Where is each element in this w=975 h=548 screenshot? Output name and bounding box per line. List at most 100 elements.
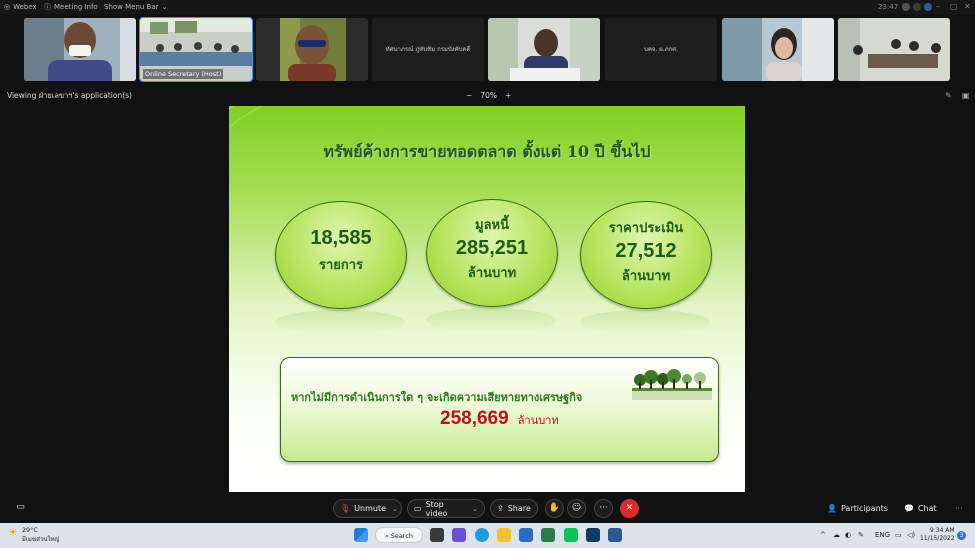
unmute-button[interactable]: 🎙 Unmute ⌄ — [333, 499, 402, 518]
participants-label: Participants — [840, 504, 888, 513]
annotate-icon[interactable]: ✎ — [945, 88, 952, 104]
stat-label: ราคาประเมิน — [608, 221, 684, 236]
volume-icon[interactable]: ◁) — [907, 523, 915, 548]
weather-widget[interactable]: ☀ 29°C มีเมฆส่วนใหญ่ — [8, 526, 59, 544]
cloud-icon[interactable]: ☁ — [833, 523, 840, 548]
show-menu-bar-button[interactable]: Show Menu Bar ⌄ — [104, 0, 167, 14]
clock-time: 9:34 AM — [929, 527, 955, 534]
word-icon[interactable] — [608, 528, 622, 542]
zoom-level: 70% — [480, 91, 497, 100]
participant-tile[interactable] — [838, 18, 950, 81]
zoom-out-button[interactable]: − — [466, 88, 472, 104]
participant-tile[interactable] — [722, 18, 834, 81]
meeting-info-button[interactable]: ⓘ Meeting Info — [44, 0, 98, 14]
stat-value: 285,251 — [455, 237, 529, 259]
clock-date: 11/15/2022 — [920, 535, 955, 542]
teams-chat-icon[interactable] — [452, 528, 466, 542]
participants-button[interactable]: 👤 Participants — [827, 499, 888, 518]
taskbar-clock[interactable]: 9:34 AM 11/15/2022 — [920, 527, 955, 543]
loss-description: หากไม่มีการดำเนินการใด ๆ จะเกิดความเสียห… — [291, 391, 583, 404]
leave-meeting-button[interactable]: ✕ — [620, 499, 639, 518]
edge-icon[interactable] — [475, 528, 489, 542]
chevron-down-icon[interactable]: ⌄ — [392, 505, 398, 513]
share-button[interactable]: ⇪ Share — [490, 499, 538, 518]
webex-taskbar-icon[interactable] — [586, 528, 600, 542]
chevron-down-icon[interactable]: ⌄ — [472, 505, 478, 513]
view-options-icon[interactable]: ▣ — [962, 88, 970, 104]
chevron-down-icon: ⌄ — [161, 3, 168, 11]
zoom-in-button[interactable]: + — [505, 88, 511, 104]
view-bar: Viewing ฝ่ายเลขาฯ's application(s) − 70%… — [0, 88, 975, 104]
app-icon[interactable] — [541, 528, 555, 542]
app-tray-icon[interactable]: ◐ — [845, 523, 851, 548]
participant-tile-host[interactable]: Online Secretary (Host) — [139, 17, 253, 82]
webex-title-bar: ◎ Webex ⓘ Meeting Info Show Menu Bar ⌄ 2… — [0, 0, 975, 14]
participant-tile[interactable] — [256, 18, 368, 81]
participant-video — [256, 18, 368, 81]
maximize-icon[interactable]: ▢ — [950, 0, 958, 14]
app-name: Webex — [13, 3, 37, 11]
loss-unit: ล้านบาท — [517, 414, 559, 427]
show-menu-bar-label: Show Menu Bar — [104, 3, 159, 11]
participant-tile[interactable] — [488, 18, 600, 81]
participant-video — [488, 18, 600, 81]
webex-logo-icon: ◎ — [4, 3, 11, 11]
language-indicator[interactable]: ENG — [875, 523, 890, 548]
oval-reflection — [580, 310, 710, 334]
status-icon[interactable] — [902, 3, 910, 11]
network-icon[interactable]: ▭ — [895, 523, 902, 548]
zoom-control: − 70% + — [466, 88, 511, 104]
viewing-label: Viewing ฝ่ายเลขาฯ's application(s) — [7, 91, 132, 100]
pen-icon[interactable]: ✎ — [858, 523, 864, 548]
store-icon[interactable] — [519, 528, 533, 542]
loss-value: 258,669 — [440, 408, 509, 429]
windows-taskbar: ☀ 29°C มีเมฆส่วนใหญ่ ⌕ Search ^ ☁ ◐ ✎ EN… — [0, 523, 975, 548]
more-options-button[interactable]: ··· — [594, 499, 613, 518]
notification-badge[interactable]: 3 — [957, 531, 966, 540]
task-view-icon[interactable] — [430, 528, 444, 542]
file-explorer-icon[interactable] — [497, 528, 511, 542]
economic-loss-box: หากไม่มีการดำเนินการใด ๆ จะเกิดความเสียห… — [280, 357, 719, 462]
stat-value: 27,512 — [615, 240, 677, 262]
meeting-clock: 23:47 — [878, 3, 899, 11]
participant-name: บคจ. ผ.ภกศ. — [644, 46, 678, 53]
more-panels-icon[interactable]: ··· — [955, 499, 963, 518]
weather-temp: 29°C — [21, 526, 38, 534]
stat-value: 18,585 — [310, 227, 372, 249]
participant-name: ทัศนาภรณ์ ภู่ทับทิม กรมบังคับคดี — [385, 46, 471, 53]
mic-muted-icon: 🎙 — [340, 504, 351, 513]
participant-tile[interactable] — [24, 18, 136, 81]
participants-icon: 👤 — [827, 504, 837, 513]
meeting-info-label: Meeting Info — [54, 3, 98, 11]
chevron-up-icon[interactable]: ^ — [820, 523, 826, 548]
close-icon[interactable]: ✕ — [964, 0, 971, 14]
stop-video-button[interactable]: ▭ Stop video ⌄ — [407, 499, 485, 518]
reactions-icon[interactable]: ☺ — [567, 499, 586, 518]
windows-start-icon[interactable] — [354, 528, 368, 542]
loss-value-row: 258,669 ล้านบาท — [440, 408, 559, 430]
participant-strip: Online Secretary (Host) ทัศนาภรณ์ ภู่ทับ… — [0, 14, 975, 86]
host-label: Online Secretary (Host) — [143, 69, 224, 79]
raise-hand-icon[interactable]: ✋ — [545, 499, 564, 518]
stat-unit: ล้านบาท — [621, 269, 671, 284]
webex-menu[interactable]: ◎ Webex — [4, 0, 37, 14]
share-label: Share — [507, 504, 531, 513]
search-label: Search — [390, 532, 414, 540]
info-icon: ⓘ — [44, 3, 51, 11]
shared-slide: ทรัพย์ค้างการขายทอดตลาด ตั้งแต่ 10 ปี ขึ… — [229, 106, 745, 492]
taskbar-search[interactable]: ⌕ Search — [375, 527, 423, 543]
participant-tile[interactable]: บคจ. ผ.ภกศ. — [605, 18, 717, 81]
avatar[interactable] — [924, 3, 932, 11]
recording-icon[interactable] — [913, 3, 921, 11]
stop-video-label: Stop video — [425, 499, 448, 518]
minimize-icon[interactable]: – — [936, 0, 940, 14]
camera-icon: ▭ — [414, 504, 422, 513]
chat-button[interactable]: 💬 Chat — [904, 499, 937, 518]
sun-cloud-icon: ☀ — [8, 526, 18, 539]
participant-tile[interactable]: ทัศนาภรณ์ ภู่ทับทิม กรมบังคับคดี — [372, 18, 484, 81]
oval-reflection — [426, 308, 556, 332]
share-icon: ⇪ — [497, 504, 504, 513]
meeting-control-bar: ▭ 🎙 Unmute ⌄ ▭ Stop video ⌄ ⇪ Share ✋ ☺ … — [0, 494, 975, 523]
line-icon[interactable] — [564, 528, 578, 542]
captions-icon[interactable]: ▭ — [11, 499, 30, 518]
